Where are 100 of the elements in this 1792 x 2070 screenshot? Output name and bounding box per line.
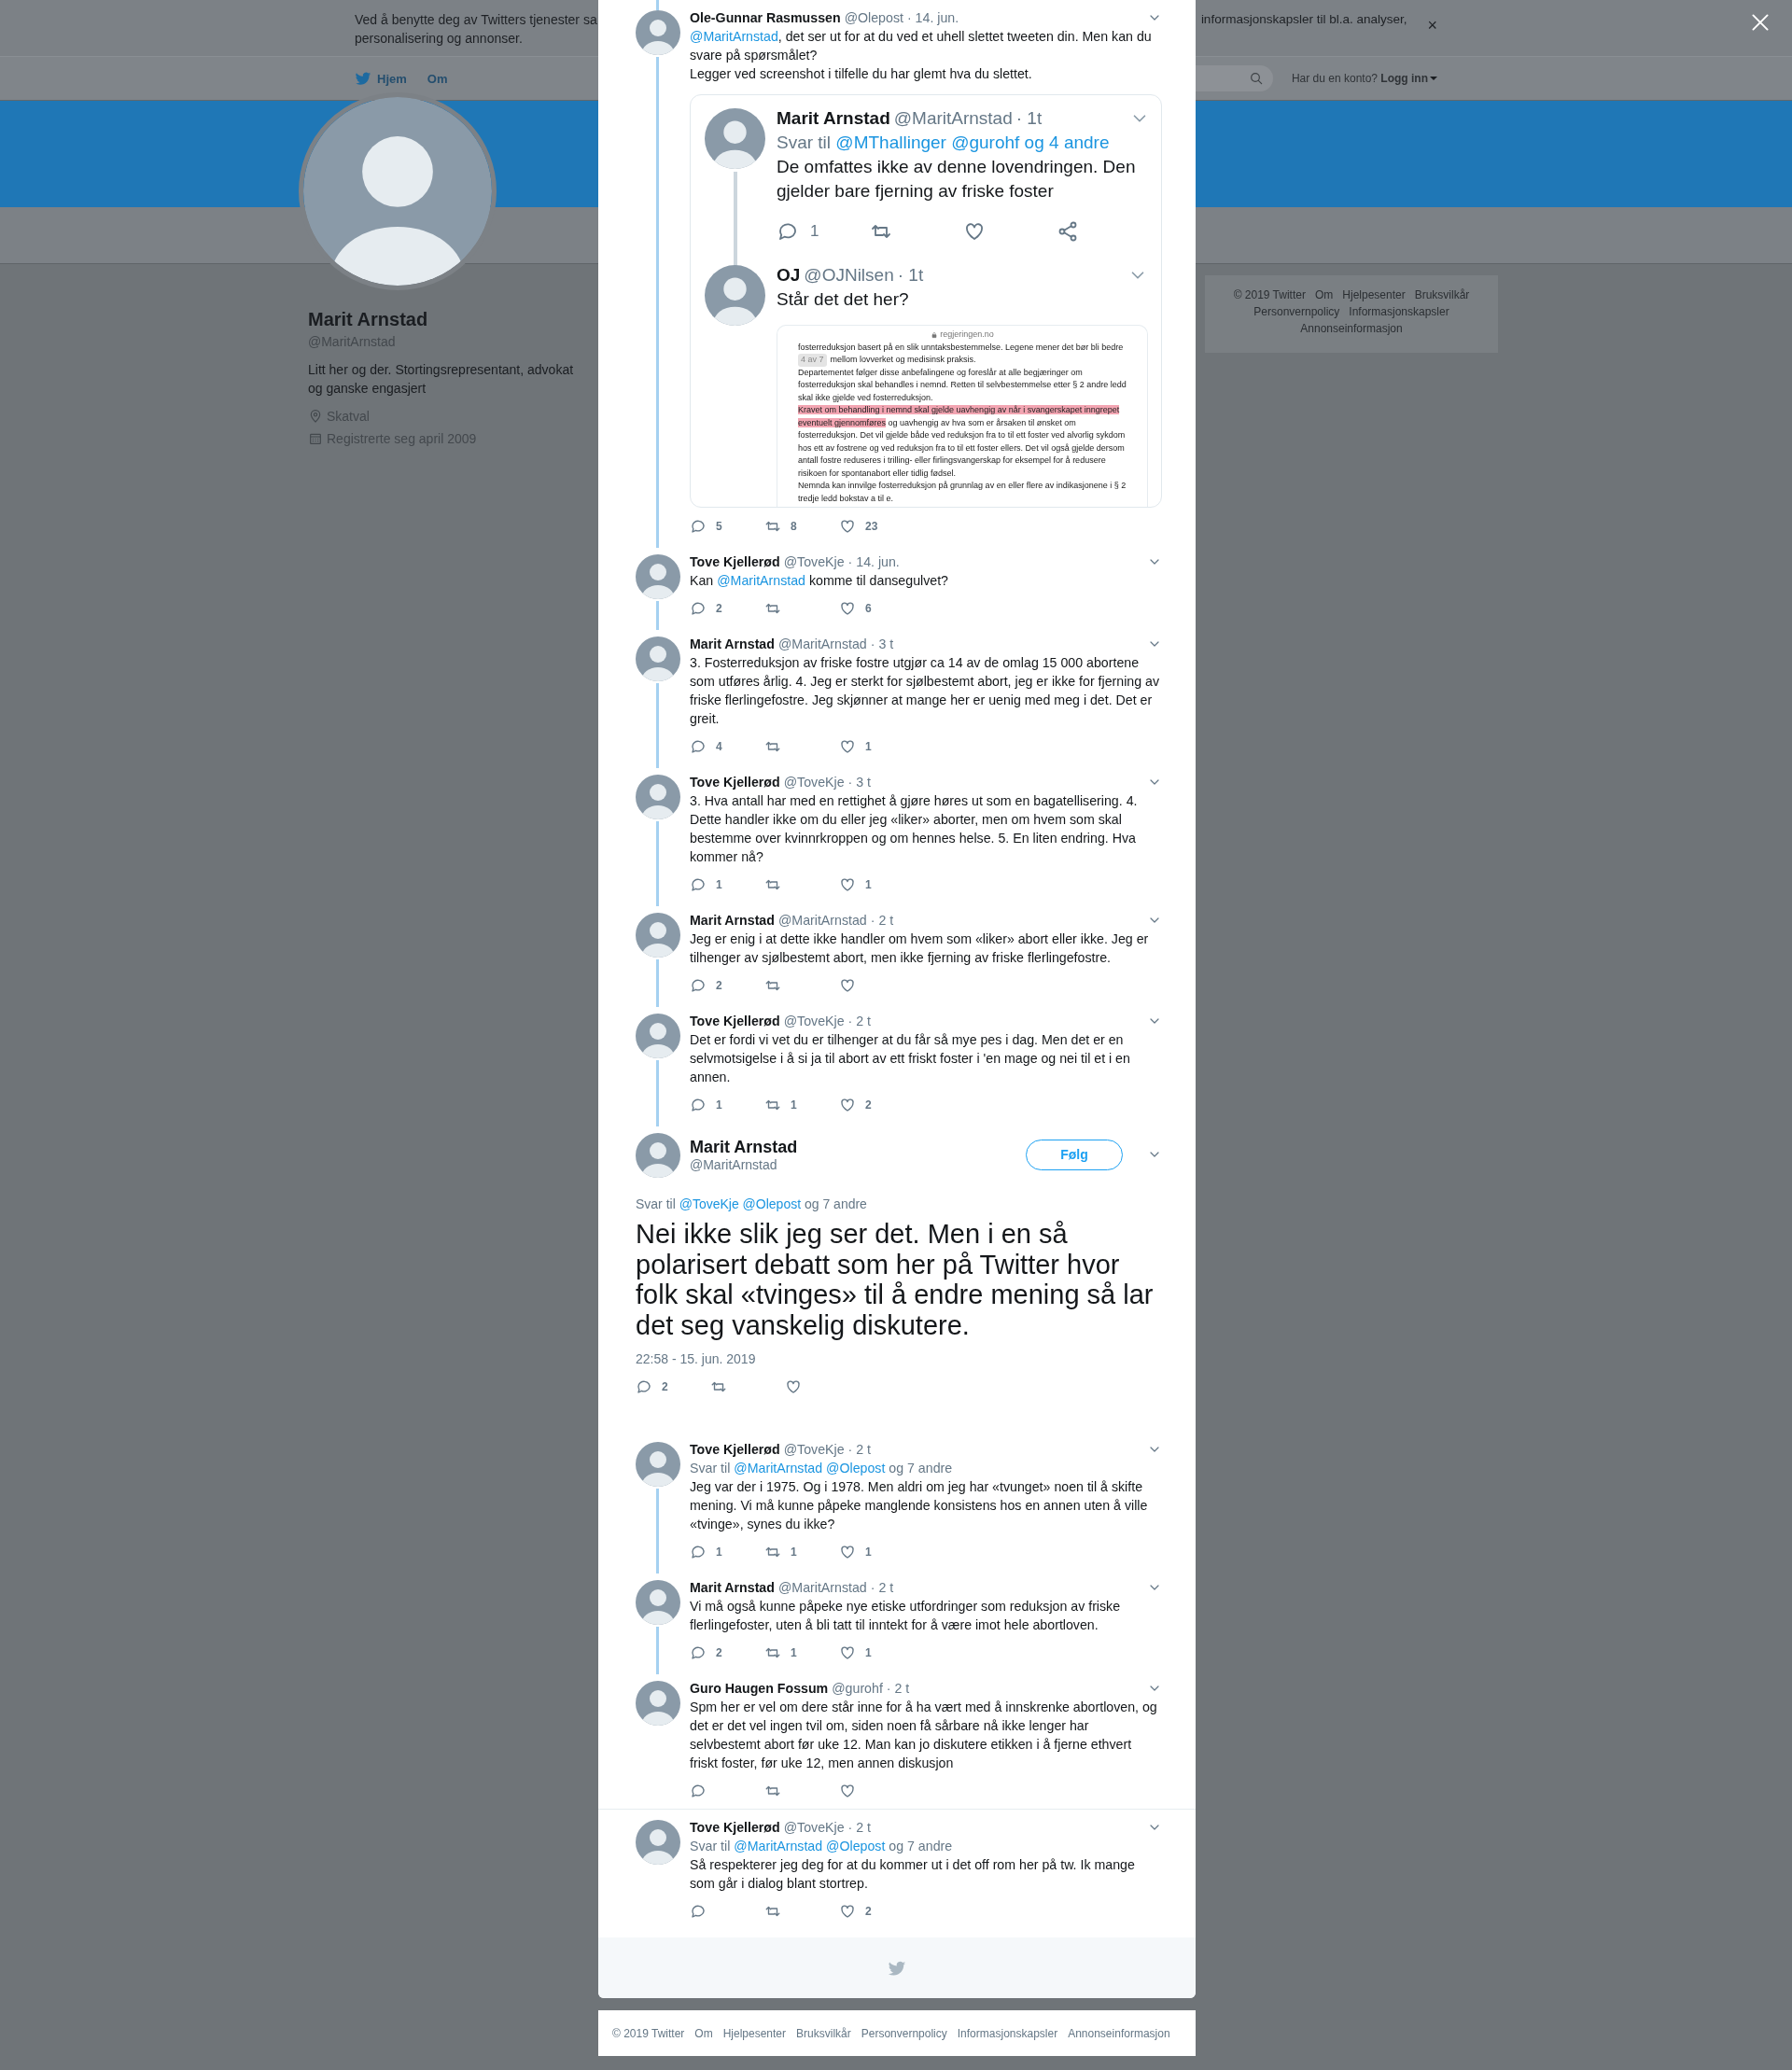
reply-button[interactable]: 4 (690, 738, 764, 755)
tweet-time: · 2 t (847, 1441, 872, 1459)
like-button[interactable]: 23 (839, 518, 914, 535)
tweet-time: · 2 t (847, 1819, 872, 1837)
tweet-text: 3. Hva antall har med en rettighet å gjøre høres ut som en bagatellisering. 4. Dette handler ikke om du eller jeg «liker» aborter, men om hvem som skal bestemme over kvinnrkroppen og om hennes helse. 5. En liten endring. Hva kommer nå? (690, 792, 1139, 866)
author-handle: @Olepost (844, 9, 903, 27)
footer-link[interactable]: Bruksvilkår (796, 2026, 851, 2040)
reply-icon (690, 738, 707, 755)
author-name: Marit Arnstad (690, 636, 775, 653)
reply-context: Svar til @ToveKje @Olepost og 7 andre (636, 1196, 868, 1211)
mention-link[interactable]: @MThallinger @gurohf og 4 andre (835, 133, 1110, 152)
footer-link[interactable]: Annonseinformasjon (1068, 2026, 1170, 2040)
author-handle: @MaritArnstad (893, 107, 1013, 130)
heart-icon (839, 876, 856, 893)
reply-button[interactable]: 1 (690, 1544, 764, 1560)
tweet-time: · 2 t (870, 1579, 894, 1597)
document-paragraph: Departementet følger disse anbefalingene og foreslår at alle begjæringer om fosterreduksjon skal behandles i nemnd. Retten til selvbestemmelse etter § 2 andre ledd skal ikke gjelde ved fosterreduksjon. (798, 366, 1127, 404)
reply-button[interactable]: 1 (690, 876, 764, 893)
profile-bio: Litt her og der. Stortingsrepresentant, advokat og ganske engasjert (308, 361, 575, 398)
heart-icon (839, 1644, 856, 1661)
like-button[interactable]: 6 (839, 600, 914, 617)
like-button[interactable]: 2 (839, 1097, 914, 1113)
tweet-text: Det er fordi vi vet du er tilhenger at du får så mye pes i dag. Men det er en selvmotsigelse i å si ja til abort av ett friskt foster i 'en mage og nei til et i en annen. (690, 1031, 1131, 1086)
tweet-text: Nei ikke slik jeg ser det. Men i en så polarisert debatt som her på Twitter hvor folk skal «tvinges» til å endre mening så lar det seg vanskelig diskutere. (636, 1219, 1155, 1340)
login-link[interactable]: Logg inn (1380, 72, 1437, 85)
page-url: regjeringen.no (940, 329, 994, 341)
reply-icon (690, 600, 707, 617)
reply-button[interactable]: 1 (690, 1097, 764, 1113)
tweet-time: · 2 t (870, 912, 894, 930)
footer-link[interactable]: © 2019 Twitter (1233, 287, 1306, 302)
cookie-text: Ved å benytte deg av Twitters tjenester sa (355, 11, 597, 29)
like-button[interactable]: 1 (839, 876, 914, 893)
footer-link[interactable]: Personvernpolicy (861, 2026, 947, 2040)
avatar (636, 1820, 680, 1865)
retweet-button[interactable]: 1 (764, 1544, 839, 1560)
tweet-text: 3. Fosterreduksjon av friske fostre utgjør ca 14 av de omlag 15 000 abortene som utføres årlig. 4. Jeg er sterkt for sjølbestemt abort, jeg er ikke for fjerning av friske flerlingefostre. Jeg skjønner at mange her er uenig med meg i det. Det er greit. (690, 654, 1161, 728)
footer-link[interactable]: Informasjonskapsler (1349, 304, 1449, 319)
tweet-text: Kan @MaritArnstad komme til dansegulvet? (690, 572, 949, 590)
reply-button[interactable]: 5 (690, 518, 764, 535)
footer-link[interactable]: Informasjonskapsler (957, 2026, 1058, 2040)
heart-icon (785, 1378, 802, 1395)
tweet-text: Spm her er vel om dere står inne for å ha vært med å innskrenke abortloven, og det er det vel ingen tvil om, siden noen få sårbare nå ikke lenger har selvbestemt abort før uke 12. Man kan jo diskutere etikken i å fjerne ethvert friskt foster, før uke 12, men annen diskusjon (690, 1699, 1158, 1772)
avatar (636, 1681, 680, 1726)
footer-link[interactable]: Bruksvilkår (1414, 287, 1470, 302)
reply-button[interactable]: 2 (690, 977, 764, 994)
author-handle: @ToveKje (783, 553, 845, 571)
calendar-icon (308, 431, 323, 446)
author-name: Marit Arnstad (777, 107, 890, 130)
like-button[interactable]: 1 (839, 1544, 914, 1560)
reply-button[interactable]: 1 (777, 220, 870, 243)
mention-link[interactable]: @ToveKje @Olepost (679, 1196, 802, 1211)
reply-button[interactable]: 2 (690, 1644, 764, 1661)
heart-icon (839, 1097, 856, 1113)
tweet-time: · 14. jun. (847, 553, 900, 571)
tweet-text: Jeg er enig i at dette ikke handler om hvem som «liker» abort eller ikke. Jeg er tilhenger av sjølbestemt abort, men ikke fjerning av friske flerlingefostre. (690, 930, 1150, 967)
reply-icon (690, 1903, 707, 1920)
reply-context: Svar til @MaritArnstad @Olepost og 7 andre (690, 1838, 954, 1855)
footer-link[interactable]: Hjelpesenter (722, 2026, 787, 2040)
reply-button[interactable]: 2 (690, 600, 764, 617)
tweet-time: · 3 t (870, 636, 894, 653)
reply-icon (690, 1097, 707, 1113)
about-link[interactable]: Om (427, 71, 448, 86)
reply-button[interactable]: 2 (636, 1378, 710, 1395)
tweet-text: Så respekterer jeg deg for at du kommer ut i det off rom her på tw. Ik mange som går i dialog blant stortrep. (690, 1856, 1136, 1893)
retweet-button[interactable]: 1 (764, 1097, 839, 1113)
author-name: Ole-Gunnar Rasmussen (690, 9, 841, 27)
mention-link[interactable]: @MaritArnstad (690, 29, 778, 44)
mention-link[interactable]: @MaritArnstad @Olepost (734, 1461, 886, 1476)
retweet-button[interactable]: 8 (764, 518, 839, 535)
footer-link[interactable]: Personvernpolicy (1253, 304, 1340, 319)
heart-icon (839, 1544, 856, 1560)
author-handle: @ToveKje (783, 1013, 845, 1030)
mention-link[interactable]: @MaritArnstad (717, 573, 805, 588)
author-handle: @MaritArnstad (777, 1579, 867, 1597)
mention-link[interactable]: @MaritArnstad @Olepost (734, 1839, 886, 1853)
footer-link[interactable]: © 2019 Twitter (612, 2026, 685, 2040)
close-button[interactable]: × (1427, 16, 1437, 35)
footer-link[interactable]: Om (694, 2026, 713, 2040)
author-handle: @MaritArnstad (777, 912, 867, 930)
like-button[interactable]: 2 (839, 1903, 914, 1920)
document-paragraph: fosterreduksjon basert på en slik unntaksbestemmelse. Legene mener det bør bli bedre (798, 341, 1124, 354)
footer-link[interactable]: Om (1314, 287, 1334, 302)
avatar (636, 1014, 680, 1058)
reply-context: Svar til @MThallinger @gurohf og 4 andre (777, 132, 1111, 154)
follow-button[interactable]: Følg (1026, 1139, 1123, 1170)
reply-icon (690, 1783, 707, 1799)
author-handle: @ToveKje (783, 1819, 845, 1837)
avatar (636, 554, 680, 599)
heart-icon (839, 518, 856, 535)
footer-link[interactable]: Hjelpesenter (1342, 287, 1406, 302)
author-name: Marit Arnstad (690, 1579, 775, 1597)
footer-link[interactable]: Annonseinformasjon (1300, 321, 1403, 336)
like-button[interactable]: 1 (839, 738, 914, 755)
retweet-button[interactable]: 1 (764, 1644, 839, 1661)
home-link[interactable]: Hjem (355, 70, 407, 87)
reply-icon (690, 1644, 707, 1661)
tweet-time: · 2 t (886, 1680, 910, 1698)
like-button[interactable]: 1 (839, 1644, 914, 1661)
avatar (636, 913, 680, 958)
tweet-time: · 2 t (847, 1013, 872, 1030)
